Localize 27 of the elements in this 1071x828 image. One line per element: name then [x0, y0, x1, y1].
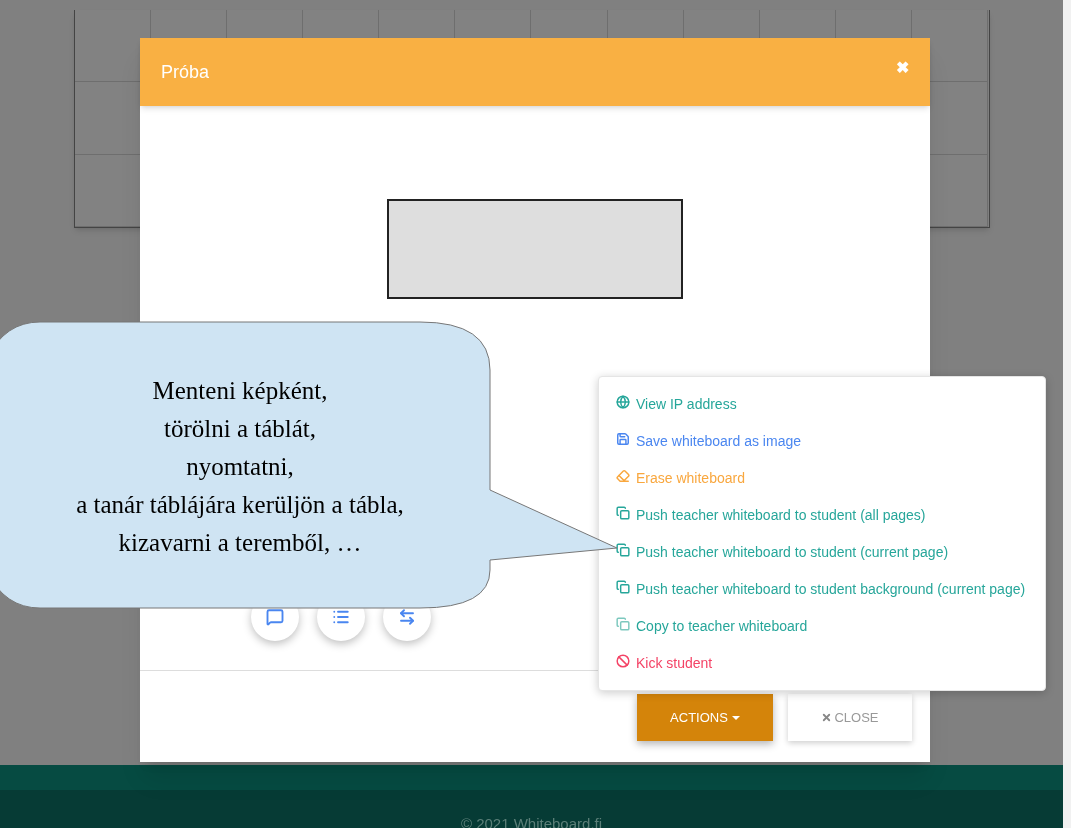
- globe-icon: [616, 395, 630, 409]
- arrows-icon: [398, 608, 416, 626]
- ban-icon: [616, 654, 630, 668]
- copy-icon: [616, 580, 630, 594]
- save-icon: [616, 432, 630, 446]
- menu-item[interactable]: Kick student: [616, 653, 1045, 690]
- copy-icon: [616, 617, 630, 631]
- menu-item[interactable]: Push teacher whiteboard to student (all pages): [616, 505, 1045, 542]
- menu-item[interactable]: Push teacher whiteboard to student background (current page): [616, 579, 1045, 616]
- actions-button[interactable]: ACTIONS: [637, 694, 773, 741]
- callout-text: Menteni képként, törölni a táblát, nyomtatni, a tanár táblájára kerüljön a tábla, kizavarni a teremből, …: [75, 376, 405, 558]
- menu-item[interactable]: Copy to teacher whiteboard: [616, 616, 1045, 653]
- scrollbar[interactable]: [1063, 0, 1071, 828]
- eraser-icon: [616, 469, 630, 483]
- chat-icon: [266, 608, 284, 626]
- dialog-title: Próba: [161, 60, 210, 84]
- close-icon: [821, 712, 833, 723]
- close-dialog-button[interactable]: CLOSE: [788, 694, 912, 741]
- menu-item[interactable]: Erase whiteboard: [616, 468, 1045, 505]
- menu-item[interactable]: Save whiteboard as image: [616, 431, 1045, 468]
- caret-icon: [731, 715, 740, 720]
- menu-item[interactable]: View IP address: [616, 394, 1045, 431]
- close-button[interactable]: ✖: [896, 56, 909, 80]
- menu-item[interactable]: Push teacher whiteboard to student (current page): [616, 542, 1045, 579]
- copy-icon: [616, 506, 630, 520]
- list-icon: [332, 608, 350, 626]
- copy-icon: [616, 543, 630, 557]
